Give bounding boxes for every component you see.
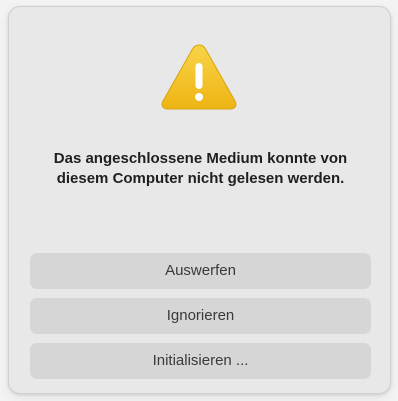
alert-dialog: Das angeschlossene Medium konnte von die… [8,6,391,394]
ignore-button[interactable]: Ignorieren [30,298,371,334]
alert-message: Das angeschlossene Medium konnte von die… [53,150,348,187]
eject-button[interactable]: Auswerfen [30,253,371,289]
warning-icon [159,41,239,113]
initialize-button[interactable]: Initialisieren ... [30,343,371,379]
